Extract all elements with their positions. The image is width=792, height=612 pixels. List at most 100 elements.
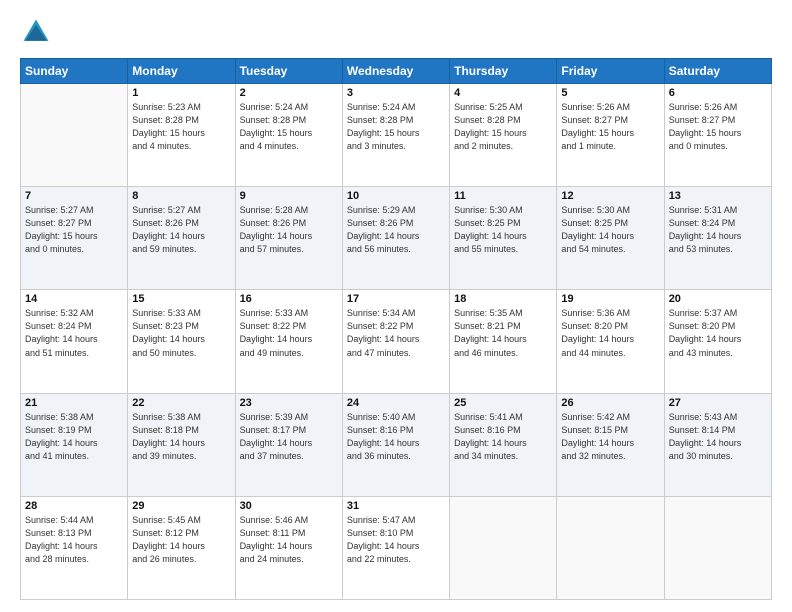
day-info: Sunrise: 5:44 AM Sunset: 8:13 PM Dayligh… bbox=[25, 514, 123, 566]
calendar-cell: 15 Sunrise: 5:33 AM Sunset: 8:23 PM Dayli… bbox=[128, 290, 235, 393]
day-number: 9 bbox=[240, 190, 338, 202]
day-info: Sunrise: 5:30 AM Sunset: 8:25 PM Dayligh… bbox=[454, 204, 552, 256]
calendar-week-row: 21Sunrise: 5:38 AM Sunset: 8:19 PM Dayli… bbox=[21, 393, 772, 496]
calendar-cell: 31Sunrise: 5:47 AM Sunset: 8:10 PM Dayli… bbox=[342, 496, 449, 599]
calendar-cell: 1Sunrise: 5:23 AM Sunset: 8:28 PM Daylig… bbox=[128, 84, 235, 187]
day-number: 4 bbox=[454, 87, 552, 99]
calendar-cell: 8 Sunrise: 5:27 AM Sunset: 8:26 PM Daylig… bbox=[128, 187, 235, 290]
calendar-cell: 29 Sunrise: 5:45 AM Sunset: 8:12 PM Dayli… bbox=[128, 496, 235, 599]
calendar-cell: 5 Sunrise: 5:26 AM Sunset: 8:27 PM Daylig… bbox=[557, 84, 664, 187]
day-info: Sunrise: 5:39 AM Sunset: 8:17 PM Dayligh… bbox=[240, 411, 338, 463]
logo bbox=[20, 16, 56, 48]
calendar-week-row: 28 Sunrise: 5:44 AM Sunset: 8:13 PM Dayli… bbox=[21, 496, 772, 599]
day-number: 15 bbox=[132, 293, 230, 305]
calendar-header-row: SundayMondayTuesdayWednesdayThursdayFrid… bbox=[21, 59, 772, 84]
day-number: 8 bbox=[132, 190, 230, 202]
day-number: 2 bbox=[240, 87, 338, 99]
calendar-cell bbox=[664, 496, 771, 599]
calendar-cell: 19Sunrise: 5:36 AM Sunset: 8:20 PM Dayli… bbox=[557, 290, 664, 393]
calendar-cell: 27 Sunrise: 5:43 AM Sunset: 8:14 PM Dayli… bbox=[664, 393, 771, 496]
calendar-header-tuesday: Tuesday bbox=[235, 59, 342, 84]
calendar-week-row: 14Sunrise: 5:32 AM Sunset: 8:24 PM Dayli… bbox=[21, 290, 772, 393]
calendar-cell: 3 Sunrise: 5:24 AM Sunset: 8:28 PM Daylig… bbox=[342, 84, 449, 187]
calendar-header-friday: Friday bbox=[557, 59, 664, 84]
calendar-cell: 12 Sunrise: 5:30 AM Sunset: 8:25 PM Dayli… bbox=[557, 187, 664, 290]
day-info: Sunrise: 5:29 AM Sunset: 8:26 PM Dayligh… bbox=[347, 204, 445, 256]
page: SundayMondayTuesdayWednesdayThursdayFrid… bbox=[0, 0, 792, 612]
calendar-cell: 18 Sunrise: 5:35 AM Sunset: 8:21 PM Dayli… bbox=[450, 290, 557, 393]
calendar-cell: 7 Sunrise: 5:27 AM Sunset: 8:27 PM Daylig… bbox=[21, 187, 128, 290]
day-number: 16 bbox=[240, 293, 338, 305]
day-number: 11 bbox=[454, 190, 552, 202]
calendar-cell: 25 Sunrise: 5:41 AM Sunset: 8:16 PM Dayli… bbox=[450, 393, 557, 496]
day-number: 25 bbox=[454, 397, 552, 409]
day-number: 12 bbox=[561, 190, 659, 202]
calendar-cell: 17 Sunrise: 5:34 AM Sunset: 8:22 PM Dayli… bbox=[342, 290, 449, 393]
logo-icon bbox=[20, 16, 52, 48]
calendar-header-thursday: Thursday bbox=[450, 59, 557, 84]
calendar-cell: 4 Sunrise: 5:25 AM Sunset: 8:28 PM Daylig… bbox=[450, 84, 557, 187]
day-number: 30 bbox=[240, 500, 338, 512]
day-info: Sunrise: 5:30 AM Sunset: 8:25 PM Dayligh… bbox=[561, 204, 659, 256]
day-number: 29 bbox=[132, 500, 230, 512]
day-info: Sunrise: 5:33 AM Sunset: 8:22 PM Dayligh… bbox=[240, 307, 338, 359]
day-info: Sunrise: 5:35 AM Sunset: 8:21 PM Dayligh… bbox=[454, 307, 552, 359]
day-number: 27 bbox=[669, 397, 767, 409]
day-info: Sunrise: 5:40 AM Sunset: 8:16 PM Dayligh… bbox=[347, 411, 445, 463]
day-info: Sunrise: 5:41 AM Sunset: 8:16 PM Dayligh… bbox=[454, 411, 552, 463]
calendar-cell: 10 Sunrise: 5:29 AM Sunset: 8:26 PM Dayli… bbox=[342, 187, 449, 290]
day-number: 21 bbox=[25, 397, 123, 409]
day-info: Sunrise: 5:45 AM Sunset: 8:12 PM Dayligh… bbox=[132, 514, 230, 566]
day-info: Sunrise: 5:34 AM Sunset: 8:22 PM Dayligh… bbox=[347, 307, 445, 359]
day-info: Sunrise: 5:26 AM Sunset: 8:27 PM Dayligh… bbox=[669, 101, 767, 153]
calendar-cell: 13Sunrise: 5:31 AM Sunset: 8:24 PM Dayli… bbox=[664, 187, 771, 290]
calendar-header-saturday: Saturday bbox=[664, 59, 771, 84]
day-number: 22 bbox=[132, 397, 230, 409]
day-info: Sunrise: 5:23 AM Sunset: 8:28 PM Dayligh… bbox=[132, 101, 230, 153]
day-number: 31 bbox=[347, 500, 445, 512]
day-info: Sunrise: 5:24 AM Sunset: 8:28 PM Dayligh… bbox=[347, 101, 445, 153]
calendar-cell: 16 Sunrise: 5:33 AM Sunset: 8:22 PM Dayli… bbox=[235, 290, 342, 393]
day-number: 23 bbox=[240, 397, 338, 409]
day-info: Sunrise: 5:25 AM Sunset: 8:28 PM Dayligh… bbox=[454, 101, 552, 153]
day-info: Sunrise: 5:26 AM Sunset: 8:27 PM Dayligh… bbox=[561, 101, 659, 153]
day-info: Sunrise: 5:27 AM Sunset: 8:26 PM Dayligh… bbox=[132, 204, 230, 256]
calendar-header-monday: Monday bbox=[128, 59, 235, 84]
day-number: 14 bbox=[25, 293, 123, 305]
calendar-cell: 11 Sunrise: 5:30 AM Sunset: 8:25 PM Dayli… bbox=[450, 187, 557, 290]
day-number: 7 bbox=[25, 190, 123, 202]
day-number: 19 bbox=[561, 293, 659, 305]
calendar-cell: 23 Sunrise: 5:39 AM Sunset: 8:17 PM Dayli… bbox=[235, 393, 342, 496]
calendar-cell bbox=[21, 84, 128, 187]
calendar-week-row: 1Sunrise: 5:23 AM Sunset: 8:28 PM Daylig… bbox=[21, 84, 772, 187]
calendar-table: SundayMondayTuesdayWednesdayThursdayFrid… bbox=[20, 58, 772, 600]
day-info: Sunrise: 5:28 AM Sunset: 8:26 PM Dayligh… bbox=[240, 204, 338, 256]
calendar-cell: 22 Sunrise: 5:38 AM Sunset: 8:18 PM Dayli… bbox=[128, 393, 235, 496]
day-number: 3 bbox=[347, 87, 445, 99]
day-info: Sunrise: 5:43 AM Sunset: 8:14 PM Dayligh… bbox=[669, 411, 767, 463]
calendar-week-row: 7 Sunrise: 5:27 AM Sunset: 8:27 PM Daylig… bbox=[21, 187, 772, 290]
calendar-header-sunday: Sunday bbox=[21, 59, 128, 84]
day-number: 20 bbox=[669, 293, 767, 305]
calendar-cell bbox=[450, 496, 557, 599]
calendar-cell: 24 Sunrise: 5:40 AM Sunset: 8:16 PM Dayli… bbox=[342, 393, 449, 496]
calendar-cell: 2Sunrise: 5:24 AM Sunset: 8:28 PM Daylig… bbox=[235, 84, 342, 187]
calendar-cell: 26Sunrise: 5:42 AM Sunset: 8:15 PM Dayli… bbox=[557, 393, 664, 496]
day-info: Sunrise: 5:33 AM Sunset: 8:23 PM Dayligh… bbox=[132, 307, 230, 359]
day-info: Sunrise: 5:27 AM Sunset: 8:27 PM Dayligh… bbox=[25, 204, 123, 256]
calendar-cell: 30Sunrise: 5:46 AM Sunset: 8:11 PM Dayli… bbox=[235, 496, 342, 599]
day-info: Sunrise: 5:37 AM Sunset: 8:20 PM Dayligh… bbox=[669, 307, 767, 359]
day-number: 18 bbox=[454, 293, 552, 305]
day-number: 28 bbox=[25, 500, 123, 512]
day-number: 24 bbox=[347, 397, 445, 409]
calendar-cell bbox=[557, 496, 664, 599]
day-number: 5 bbox=[561, 87, 659, 99]
day-number: 10 bbox=[347, 190, 445, 202]
day-info: Sunrise: 5:38 AM Sunset: 8:18 PM Dayligh… bbox=[132, 411, 230, 463]
day-number: 13 bbox=[669, 190, 767, 202]
calendar-cell: 20 Sunrise: 5:37 AM Sunset: 8:20 PM Dayli… bbox=[664, 290, 771, 393]
calendar-cell: 14Sunrise: 5:32 AM Sunset: 8:24 PM Dayli… bbox=[21, 290, 128, 393]
day-number: 17 bbox=[347, 293, 445, 305]
calendar-cell: 9 Sunrise: 5:28 AM Sunset: 8:26 PM Daylig… bbox=[235, 187, 342, 290]
day-number: 6 bbox=[669, 87, 767, 99]
